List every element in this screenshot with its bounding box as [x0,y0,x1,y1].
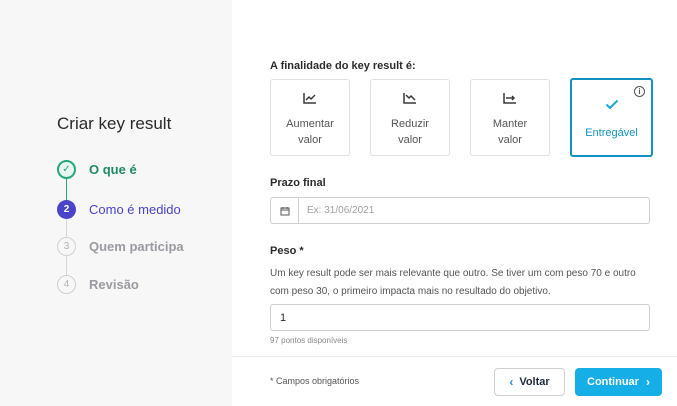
step-check-icon: ✓ [57,160,76,179]
step-quem-participa[interactable]: 3 Quem participa [57,237,184,256]
purpose-options: Aumentar valor Reduzir valor Manter valo… [270,78,653,157]
continue-button[interactable]: Continuar › [575,368,662,396]
option-reduzir-valor[interactable]: Reduzir valor [370,79,450,156]
deadline-label: Prazo final [270,177,326,189]
purpose-label: A finalidade do key result é: [270,60,416,72]
deadline-input[interactable] [307,205,607,216]
step-connector [66,218,67,237]
step-number: 4 [57,275,76,294]
back-label: Voltar [519,376,550,388]
trend-down-icon [403,92,417,108]
step-label: O que é [89,162,137,177]
step-number: 3 [57,237,76,256]
chevron-right-icon: › [645,375,650,389]
step-revisao[interactable]: 4 Revisão [57,275,139,294]
check-icon [605,97,619,113]
option-label: Aumentar valor [286,118,334,146]
option-label: Reduzir valor [391,118,429,146]
main-form: A finalidade do key result é: Aumentar v… [232,0,677,406]
option-label: Entregável [585,127,638,139]
sidebar: Criar key result ✓ O que é 2 Como é medi… [0,0,232,406]
option-label: Manter valor [492,118,528,146]
step-number: 2 [57,200,76,219]
step-o-que-e[interactable]: ✓ O que é [57,160,137,179]
step-connector [66,178,67,200]
calendar-icon[interactable] [271,198,299,223]
weight-hint: 97 pontos disponíveis [270,336,348,345]
step-label: Revisão [89,277,139,292]
option-aumentar-valor[interactable]: Aumentar valor [270,79,350,156]
weight-input[interactable] [280,312,630,324]
chevron-left-icon: ‹ [509,375,514,389]
option-entregavel[interactable]: i Entregável [570,78,653,157]
footer: * Campos obrigatórios ‹ Voltar Continuar… [232,356,677,406]
step-label: Quem participa [89,239,184,254]
continue-label: Continuar [587,376,639,388]
weight-description: Um key result pode ser mais relevante qu… [270,268,636,297]
step-connector [66,256,67,275]
sidebar-title: Criar key result [57,114,172,133]
back-button[interactable]: ‹ Voltar [494,368,565,396]
weight-field[interactable] [270,304,650,331]
deadline-field[interactable] [270,197,650,224]
option-manter-valor[interactable]: Manter valor [470,79,550,156]
step-como-e-medido[interactable]: 2 Como é medido [57,200,181,219]
required-note: * Campos obrigatórios [270,376,360,386]
trend-up-icon [303,92,317,108]
weight-label: Peso * [270,245,304,257]
step-label: Como é medido [89,202,181,217]
trend-flat-icon [503,92,517,108]
info-icon[interactable]: i [634,86,645,97]
